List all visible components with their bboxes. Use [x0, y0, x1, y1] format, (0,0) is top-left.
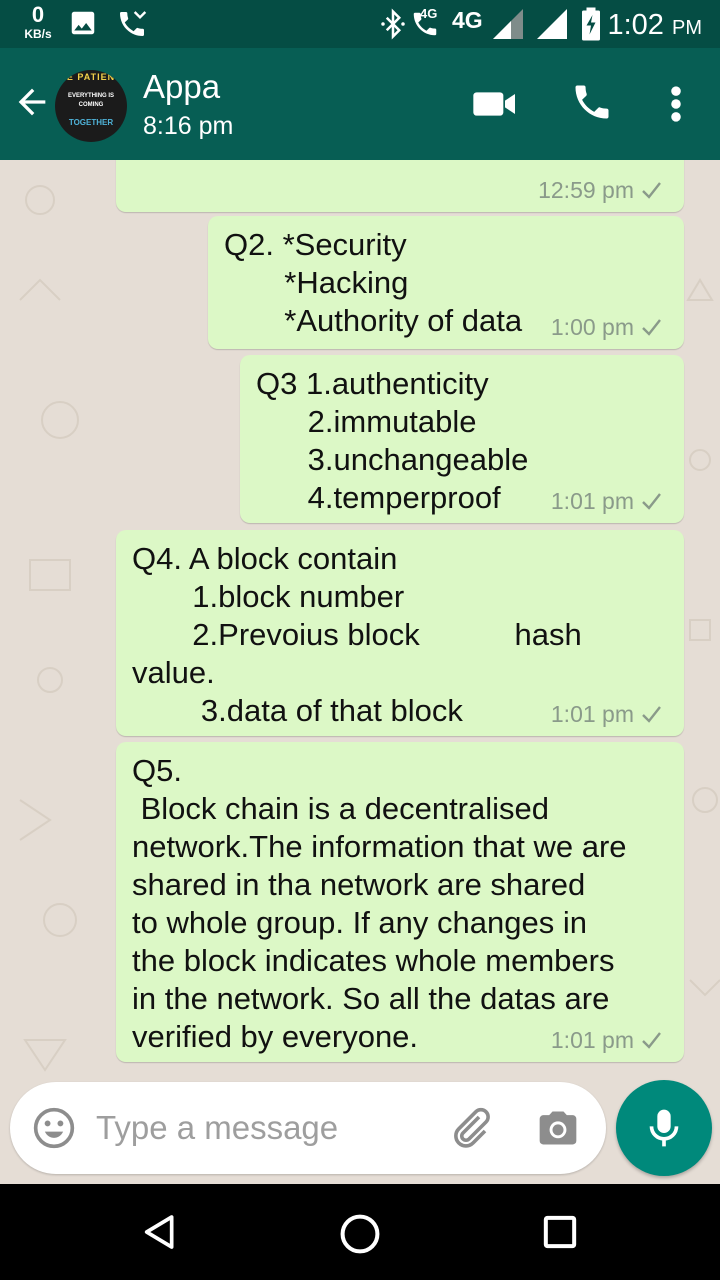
message-meta: 12:59 pm — [538, 177, 662, 204]
emoji-button[interactable] — [32, 1106, 76, 1155]
circle-home-icon — [340, 1214, 380, 1254]
sent-check-icon — [642, 319, 661, 336]
message-bubble[interactable]: Q2. *Security *Hacking *Authority of dat… — [208, 216, 684, 349]
paperclip-icon — [454, 1107, 490, 1148]
message-text: Q5. Block chain is a decentralised netwo… — [132, 753, 627, 1054]
camera-icon — [539, 1111, 577, 1145]
chat-header: E PATIEN EVERYTHING IS COMING TOGETHER A… — [0, 48, 720, 160]
message-composer — [10, 1082, 606, 1174]
message-text: Q2. *Security *Hacking *Authority of dat… — [224, 227, 523, 338]
message-bubble[interactable]: 12:59 pm — [116, 160, 684, 212]
sent-check-icon — [642, 706, 661, 723]
nav-recents-button[interactable] — [540, 1212, 580, 1257]
battery-icon — [580, 6, 602, 47]
back-button[interactable] — [12, 82, 56, 126]
signal-sim2-icon — [534, 6, 570, 47]
missed-call-notification-icon — [116, 8, 148, 45]
signal-sim1-icon — [490, 6, 526, 47]
avatar-text-mid: EVERYTHING IS COMING — [67, 93, 115, 108]
network-speed-unit: KB/s — [24, 27, 52, 41]
sent-check-icon — [642, 182, 661, 199]
avatar-text-bottom: TOGETHER — [68, 118, 114, 127]
message-meta: 1:01 pm — [551, 1027, 662, 1054]
avatar-text-top: E PATIEN — [66, 72, 116, 82]
square-recents-icon — [543, 1215, 577, 1249]
smiley-icon — [33, 1107, 75, 1149]
attach-button[interactable] — [446, 1104, 494, 1157]
contact-name[interactable]: Appa — [143, 68, 220, 106]
more-vertical-icon — [671, 86, 681, 122]
message-text: Q3 1.authenticity 2.immutable 3.unchange… — [256, 366, 529, 515]
clock: 1:02 PM — [607, 9, 702, 42]
message-time: 1:00 pm — [550, 314, 634, 340]
nav-back-button[interactable] — [140, 1212, 180, 1257]
voice-record-button[interactable] — [616, 1080, 712, 1176]
volte-label: 4G — [420, 6, 438, 21]
message-meta: 1:00 pm — [551, 314, 662, 341]
sent-check-icon — [642, 1032, 661, 1049]
message-meta: 1:01 pm — [551, 488, 662, 515]
clock-ampm: PM — [672, 17, 702, 39]
video-call-button[interactable] — [470, 84, 520, 129]
bluetooth-icon — [378, 8, 408, 45]
phone-icon — [575, 85, 609, 119]
more-options-button[interactable] — [660, 82, 692, 131]
arrow-left-icon — [18, 88, 46, 116]
video-camera-icon — [473, 92, 515, 116]
message-bubble[interactable]: Q4. A block contain 1.block number 2.Pre… — [116, 530, 684, 736]
microphone-icon — [649, 1109, 679, 1147]
network-speed-value: 0 — [31, 2, 45, 27]
last-seen: 8:16 pm — [143, 112, 234, 140]
gallery-notification-icon — [68, 8, 98, 43]
message-time: 1:01 pm — [550, 701, 634, 727]
voice-call-button[interactable] — [570, 80, 614, 129]
message-text: Q4. A block contain 1.block number 2.Pre… — [132, 541, 582, 728]
chat-area[interactable]: 12:59 pm Q2. *Security *Hacking *Authori… — [0, 160, 720, 1184]
message-bubble[interactable]: Q3 1.authenticity 2.immutable 3.unchange… — [240, 355, 684, 523]
network-type-label: 4G — [452, 7, 483, 33]
status-bar: 0 KB/s 4G 4G 1:02 PM — [0, 0, 720, 48]
camera-button[interactable] — [536, 1106, 580, 1155]
message-bubble[interactable]: Q5. Block chain is a decentralised netwo… — [116, 742, 684, 1062]
message-time: 12:59 pm — [538, 177, 634, 203]
triangle-back-icon — [144, 1215, 174, 1249]
network-speed: 0 KB/s — [18, 2, 58, 41]
system-nav-bar — [0, 1184, 720, 1280]
message-meta: 1:01 pm — [551, 701, 662, 728]
nav-home-button[interactable] — [338, 1212, 382, 1261]
avatar[interactable]: E PATIEN EVERYTHING IS COMING TOGETHER — [55, 70, 127, 142]
sent-check-icon — [642, 493, 661, 510]
message-input[interactable] — [96, 1104, 416, 1152]
clock-time: 1:02 — [607, 9, 664, 41]
message-time: 1:01 pm — [550, 1027, 634, 1053]
message-time: 1:01 pm — [550, 488, 634, 514]
